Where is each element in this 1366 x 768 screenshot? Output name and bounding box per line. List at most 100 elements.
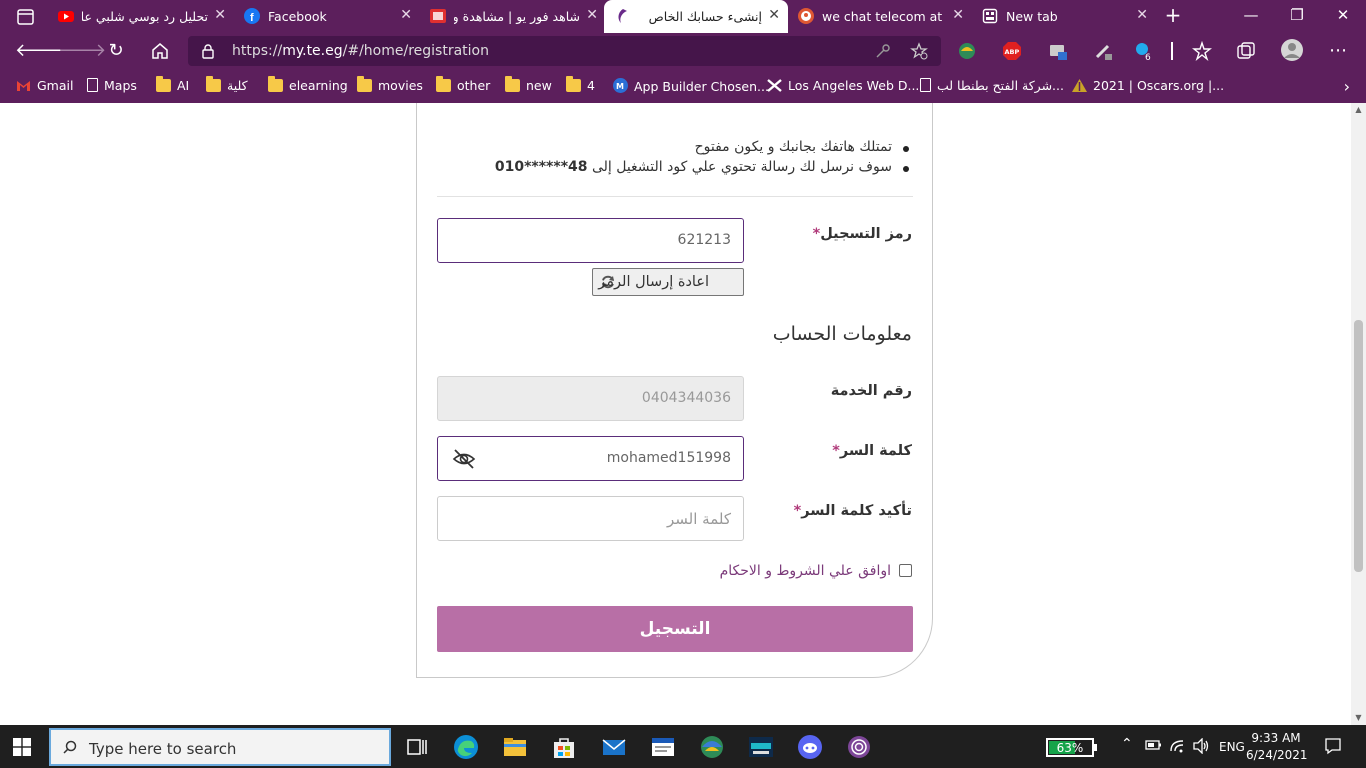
terms-checkbox[interactable]: [899, 564, 912, 577]
windows-start-icon[interactable]: [13, 738, 31, 756]
extension-badge-icon[interactable]: 6: [1134, 41, 1154, 61]
task-view-icon[interactable]: [404, 734, 430, 760]
microsoft-store-icon[interactable]: [551, 734, 577, 760]
more-menu-button[interactable]: ⋯: [1325, 38, 1351, 64]
search-placeholder: Type here to search: [89, 740, 237, 758]
bookmark-label: AI: [177, 78, 190, 93]
new-tab-button[interactable]: +: [1161, 4, 1185, 28]
page-scrollbar[interactable]: ▲ ▼: [1351, 103, 1366, 725]
bookmark-folder-college[interactable]: كلية: [206, 76, 248, 94]
bookmark-folder-4[interactable]: 4: [566, 76, 595, 94]
battery-tray-icon[interactable]: [1145, 738, 1163, 752]
tab-newtab[interactable]: New tab ✕: [972, 0, 1156, 33]
volume-icon[interactable]: [1192, 738, 1210, 754]
download-manager-icon[interactable]: [699, 734, 725, 760]
collections-icon[interactable]: [1236, 41, 1256, 61]
bookmark-label: Gmail: [37, 78, 74, 93]
tab-shahid[interactable]: شاهد فور يو | مشاهدة و ✕: [420, 0, 606, 33]
screen-capture-icon[interactable]: [1048, 41, 1068, 61]
profile-avatar[interactable]: [1280, 38, 1304, 62]
system-clock[interactable]: 9:33 AM 6/24/2021: [1246, 730, 1308, 764]
notifications-icon[interactable]: [1324, 737, 1342, 755]
close-tab-icon[interactable]: ✕: [768, 7, 780, 23]
page-icon: [920, 78, 931, 92]
address-bar[interactable]: https://my.te.eg/#/home/registration: [188, 36, 941, 66]
bookmark-folder-ai[interactable]: AI: [156, 76, 190, 94]
edge-browser-icon[interactable]: [453, 734, 479, 760]
back-button[interactable]: 🡐: [15, 38, 63, 64]
favorites-icon[interactable]: [1192, 41, 1212, 61]
bookmark-oscars[interactable]: 2021 | Oscars.org |...: [1072, 78, 1224, 94]
tab-actions-icon[interactable]: [8, 6, 42, 28]
scroll-down-arrow-icon[interactable]: ▼: [1354, 713, 1363, 722]
password-input[interactable]: mohamed151998: [437, 436, 744, 481]
lock-icon[interactable]: [200, 43, 216, 59]
adblock-icon[interactable]: ABP: [1002, 41, 1022, 61]
bookmark-gmail[interactable]: Gmail: [16, 78, 73, 94]
tab-facebook[interactable]: f Facebook ✕: [234, 0, 420, 33]
show-hidden-icons-chevron-icon[interactable]: ⌃: [1121, 736, 1133, 752]
instruction-item: تمتلك هاتفك بجانبك و يكون مفتوح: [432, 139, 909, 155]
tab-duckduckgo[interactable]: we chat telecom at Du ✕: [788, 0, 972, 33]
mail-icon[interactable]: [601, 734, 627, 760]
service-number-label: رقم الخدمة: [830, 383, 912, 399]
terms-agreement[interactable]: اوافق علي الشروط و الاحكام: [720, 563, 912, 579]
window-app-icon[interactable]: [650, 734, 676, 760]
key-icon[interactable]: [874, 42, 892, 60]
tab-registration[interactable]: إنشىء حسابك الخاص ✕: [604, 0, 788, 33]
minimize-button[interactable]: —: [1228, 0, 1274, 33]
input-language[interactable]: ENG: [1219, 740, 1245, 754]
clock-time: 9:33 AM: [1251, 731, 1301, 745]
home-icon[interactable]: [147, 38, 173, 64]
close-tab-icon[interactable]: ✕: [214, 7, 226, 23]
registration-code-input[interactable]: 621213: [437, 218, 744, 263]
scroll-up-arrow-icon[interactable]: ▲: [1354, 105, 1363, 114]
discord-icon[interactable]: [797, 734, 823, 760]
instructions-list: تمتلك هاتفك بجانبك و يكون مفتوح سوف نرسل…: [432, 139, 909, 179]
terms-label[interactable]: اوافق علي الشروط و الاحكام: [720, 563, 891, 579]
add-favorite-icon[interactable]: [910, 42, 928, 60]
confirm-password-input[interactable]: كلمة السر: [437, 496, 744, 541]
refresh-button[interactable]: ↻: [103, 38, 129, 64]
battery-indicator[interactable]: 63%: [1046, 738, 1094, 757]
bookmark-label: new: [526, 78, 552, 93]
pen-extension-icon[interactable]: [1093, 41, 1113, 61]
tor-browser-icon[interactable]: [846, 734, 872, 760]
bookmark-folder-elearning[interactable]: elearning: [268, 76, 348, 94]
bookmark-app-builder[interactable]: M App Builder Chosen...: [613, 78, 769, 94]
idm-extension-icon[interactable]: [957, 41, 977, 61]
svg-text:M: M: [616, 82, 624, 91]
bookmark-folder-movies[interactable]: movies: [357, 76, 423, 94]
bookmarks-overflow-chevron-icon[interactable]: ›: [1344, 77, 1350, 96]
bookmark-folder-new[interactable]: new: [505, 76, 552, 94]
close-window-button[interactable]: ✕: [1320, 0, 1366, 33]
bookmark-los-angeles[interactable]: Los Angeles Web D...: [767, 78, 919, 94]
bookmark-label: App Builder Chosen...: [634, 79, 769, 94]
taskbar-search-box[interactable]: Type here to search: [49, 728, 391, 766]
bookmark-alfath[interactable]: شركة الفتح بطنطا لب...: [920, 78, 1064, 94]
file-explorer-icon[interactable]: [502, 734, 528, 760]
restore-button[interactable]: ❐: [1274, 0, 1320, 33]
masked-number: 010******48: [494, 159, 588, 175]
close-tab-icon[interactable]: ✕: [952, 7, 964, 23]
media-app-icon[interactable]: [748, 734, 774, 760]
close-tab-icon[interactable]: ✕: [1136, 7, 1148, 23]
confirm-password-label: تأكيد كلمة السر*: [793, 503, 912, 519]
registration-card: تمتلك هاتفك بجانبك و يكون مفتوح سوف نرسل…: [416, 103, 933, 678]
toolbar-divider: [1171, 42, 1173, 60]
resend-code-button[interactable]: اعادة إرسال الرمز: [592, 268, 744, 296]
service-number-input: 0404344036: [437, 376, 744, 421]
battery-text: 63%: [1056, 741, 1084, 755]
close-tab-icon[interactable]: ✕: [586, 7, 598, 23]
register-button[interactable]: التسجيل: [437, 606, 913, 652]
scrollbar-thumb[interactable]: [1354, 320, 1363, 572]
svg-text:ABP: ABP: [1005, 48, 1020, 56]
browser-toolbar: 🡐 🡒 ↻ https://my.te.eg/#/home/registrati…: [0, 33, 1366, 69]
bookmark-folder-other[interactable]: other: [436, 76, 490, 94]
close-tab-icon[interactable]: ✕: [400, 7, 412, 23]
forward-button[interactable]: 🡒: [58, 38, 106, 64]
wifi-icon[interactable]: [1169, 738, 1187, 754]
bookmark-maps[interactable]: Maps: [87, 78, 137, 94]
hide-password-eye-icon[interactable]: [452, 448, 476, 470]
tab-youtube[interactable]: تحليل رد بوسي شلبي علي ✕: [48, 0, 234, 33]
